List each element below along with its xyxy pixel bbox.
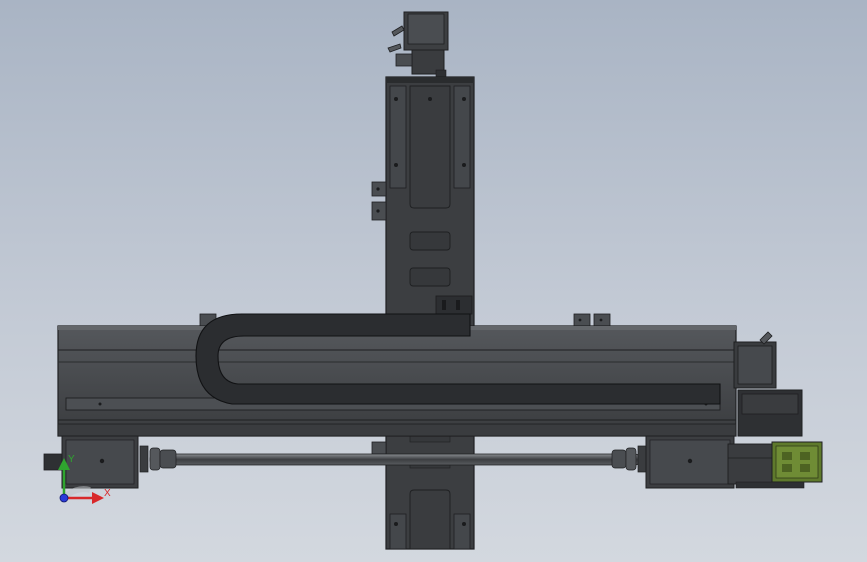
x-axis-motor[interactable]	[733, 331, 803, 437]
right-end-bearing-block[interactable]	[645, 435, 773, 489]
y-axis-label: Y	[68, 454, 75, 465]
x-axis-label: X	[104, 488, 111, 499]
cad-graphics-viewport[interactable]: X Y	[0, 0, 867, 562]
left-end-bearing-block[interactable]	[43, 435, 139, 489]
y-axis-motor[interactable]	[387, 11, 449, 79]
gantry-assembly-model[interactable]: X Y	[0, 0, 867, 562]
x-axis-module[interactable]	[57, 313, 737, 437]
z-axis-origin	[59, 493, 69, 503]
y-axis-module[interactable]	[371, 11, 475, 550]
